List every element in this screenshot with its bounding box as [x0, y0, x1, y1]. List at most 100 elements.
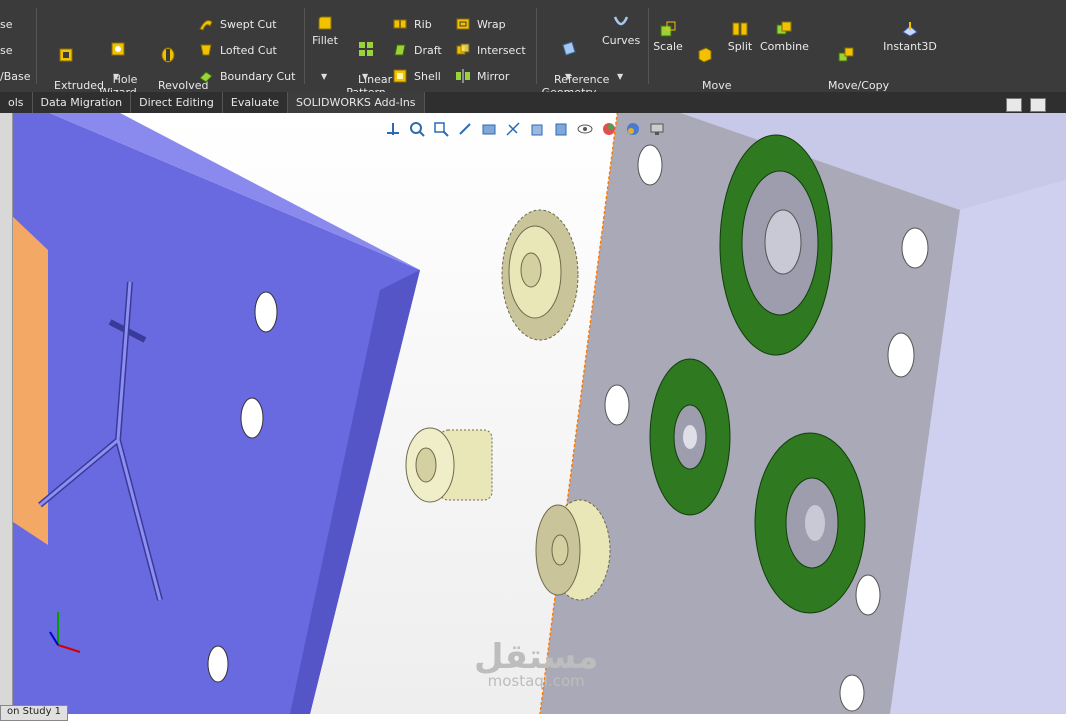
study-tab[interactable]: on Study 1 [0, 705, 69, 721]
ribbon-cutoff-label-1: se [0, 17, 13, 31]
mirror-icon [456, 69, 470, 83]
tab-data-migration[interactable]: Data Migration [33, 92, 132, 113]
tab-direct-editing[interactable]: Direct Editing [131, 92, 223, 113]
3d-model-view[interactable] [0, 113, 1066, 714]
previous-view-icon[interactable] [455, 120, 475, 138]
viewport-window-controls [1006, 98, 1046, 112]
spur-gear-medium[interactable] [535, 499, 611, 601]
draft-button[interactable]: Draft [392, 40, 442, 60]
ribbon-separator [36, 8, 37, 84]
graphics-area[interactable] [0, 113, 1066, 714]
hole-wizard-icon [111, 42, 125, 56]
zoom-to-fit-icon[interactable] [407, 120, 427, 138]
mostaql-watermark: مستقل mostaql.com [474, 640, 598, 689]
intersect-label: Intersect [477, 43, 526, 57]
split-label: Split [727, 40, 753, 53]
intersect-icon [456, 43, 470, 55]
apply-scene-icon[interactable] [623, 120, 643, 138]
instant3d-button[interactable]: Instant3D [882, 20, 938, 53]
move-face-icon [698, 47, 712, 63]
combine-button[interactable]: Combine [760, 20, 809, 53]
curves-icon [613, 16, 629, 26]
spur-gear-small[interactable] [405, 427, 493, 503]
command-manager-ribbon: se se /Base Extruded Cut Hole Wizard ▼ R… [0, 0, 1066, 105]
ribbon-separator [304, 8, 305, 84]
wrap-icon [456, 18, 470, 30]
scale-button[interactable]: Scale [652, 20, 684, 53]
revolved-cut-icon [161, 47, 175, 63]
swept-cut-label: Swept Cut [220, 17, 277, 31]
boundary-cut-label: Boundary Cut [220, 69, 296, 83]
mirror-button[interactable]: Mirror [455, 66, 509, 86]
hole-wizard-dropdown-icon[interactable]: ▼ [113, 72, 119, 81]
curves-button[interactable]: Curves [602, 14, 640, 47]
view-orientation-icon[interactable] [383, 120, 403, 138]
restore-icon[interactable] [1006, 98, 1022, 112]
intersect-button[interactable]: Intersect [455, 40, 526, 60]
reference-geometry-icon [562, 41, 576, 56]
section-view-icon[interactable] [479, 120, 499, 138]
curves-label: Curves [602, 34, 641, 47]
display-style-icon[interactable] [551, 120, 571, 138]
lofted-cut-icon [200, 44, 212, 56]
ribbon-separator [648, 8, 649, 84]
linear-pattern-dropdown-icon[interactable]: ▼ [362, 72, 368, 81]
ribbon-separator [536, 8, 537, 84]
move-copy-bodies-icon [838, 47, 854, 62]
fillet-button[interactable]: Fillet [310, 14, 340, 47]
rib-button[interactable]: Rib [392, 14, 432, 34]
ribbon-cutoff-item-3[interactable]: /Base [0, 66, 31, 86]
view-orientation-cube-icon[interactable] [527, 120, 547, 138]
lofted-cut-button[interactable]: Lofted Cut [198, 40, 277, 60]
rib-label: Rib [414, 17, 432, 31]
swept-cut-button[interactable]: Swept Cut [198, 14, 277, 34]
boundary-cut-icon [199, 71, 213, 83]
reference-geometry-dropdown-icon[interactable]: ▼ [565, 72, 571, 81]
shell-label: Shell [414, 69, 441, 83]
lofted-cut-label: Lofted Cut [220, 43, 277, 57]
fillet-label: Fillet [312, 34, 338, 47]
edit-appearance-icon[interactable] [599, 120, 619, 138]
wrap-label: Wrap [477, 17, 506, 31]
dynamic-annotation-icon[interactable] [503, 120, 523, 138]
fillet-dropdown-icon[interactable]: ▼ [321, 72, 327, 81]
shell-icon [393, 69, 407, 83]
right-mold-plate[interactable] [539, 113, 1066, 714]
boundary-cut-button[interactable]: Boundary Cut [198, 66, 295, 86]
combine-icon [776, 21, 792, 35]
command-manager-tabs: ols Data Migration Direct Editing Evalua… [0, 92, 1066, 113]
maximize-icon[interactable] [1030, 98, 1046, 112]
instant3d-icon [902, 22, 918, 37]
ribbon-cutoff-label-2: se [0, 43, 13, 57]
fillet-icon [318, 16, 332, 30]
shell-button[interactable]: Shell [392, 66, 441, 86]
ribbon-cutoff-item-2[interactable]: se [0, 40, 13, 60]
curves-dropdown-icon[interactable]: ▼ [617, 72, 623, 81]
rib-icon [393, 19, 407, 29]
wrap-button[interactable]: Wrap [455, 14, 506, 34]
watermark-arabic: مستقل [474, 637, 599, 677]
view-settings-icon[interactable] [647, 120, 667, 138]
tab-tools[interactable]: ols [0, 92, 33, 113]
scale-icon [660, 21, 676, 37]
tab-solidworks-add-ins[interactable]: SOLIDWORKS Add-Ins [287, 92, 425, 113]
zoom-area-icon[interactable] [431, 120, 451, 138]
ribbon-cutoff-label-3: /Base [0, 69, 31, 83]
extruded-cut-icon [59, 48, 73, 62]
heads-up-view-toolbar [383, 120, 667, 138]
draft-icon [394, 44, 406, 56]
combine-label: Combine [760, 40, 809, 53]
spur-gear-large[interactable] [501, 209, 579, 341]
watermark-latin: mostaql.com [487, 672, 585, 690]
mirror-label: Mirror [477, 69, 510, 83]
ribbon-cutoff-item-1[interactable]: se [0, 14, 13, 34]
scale-label: Scale [653, 40, 683, 53]
linear-pattern-icon [359, 42, 373, 56]
feature-manager-collapsed-bar[interactable] [0, 113, 13, 714]
draft-label: Draft [414, 43, 442, 57]
split-icon [732, 22, 748, 36]
instant3d-label: Instant3D [883, 40, 937, 53]
tab-evaluate[interactable]: Evaluate [223, 92, 288, 113]
split-button[interactable]: Split [724, 20, 756, 53]
hide-show-icon[interactable] [575, 120, 595, 138]
